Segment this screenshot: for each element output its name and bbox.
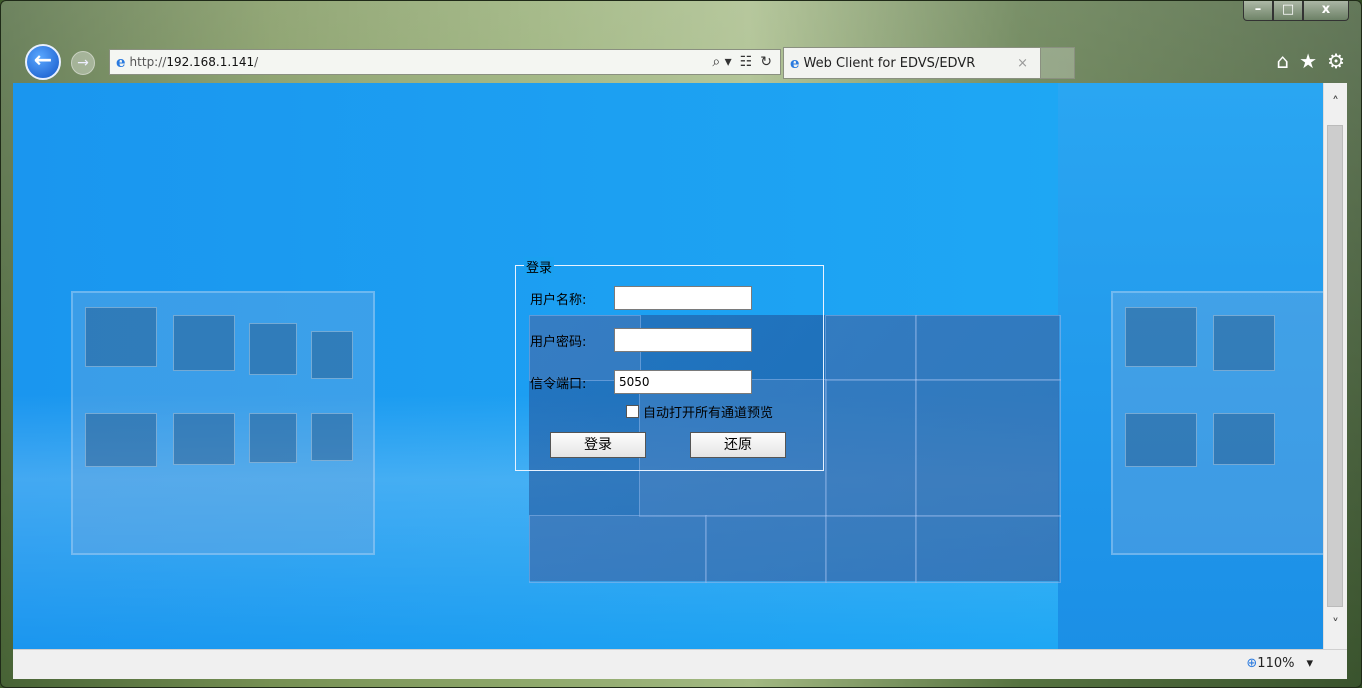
- command-icons: ⌂ ★ ⚙: [1276, 49, 1345, 73]
- collage-tile: [825, 515, 917, 583]
- address-tools: ⌕ ▾ ☷ ↻: [712, 54, 780, 70]
- refresh-icon[interactable]: ↻: [760, 54, 772, 70]
- login-button[interactable]: 登录: [550, 432, 646, 458]
- tab-close-icon[interactable]: ×: [1017, 56, 1028, 71]
- page-viewport: 登录 用户名称: 用户密码: 信令端口: 自动打开所有通道预览 登录 还原: [13, 83, 1323, 649]
- forward-arrow-icon: →: [77, 55, 89, 71]
- zoom-magnifier-icon: ⊕: [1246, 656, 1258, 671]
- collage-tile: [915, 315, 1061, 381]
- scroll-down-arrow-icon[interactable]: ˅: [1324, 617, 1347, 637]
- monitor-wall-illustration-right: [1111, 291, 1323, 555]
- monitor-screen: [1213, 413, 1275, 465]
- collage-tile: [915, 379, 1061, 517]
- reset-button[interactable]: 还原: [690, 432, 786, 458]
- zoom-level: 110%: [1257, 656, 1295, 671]
- port-row: 信令端口:: [530, 370, 752, 394]
- auto-open-label: 自动打开所有通道预览: [643, 406, 774, 421]
- browser-tab[interactable]: e Web Client for EDVS/EDVR ×: [783, 47, 1041, 79]
- collage-tile: [705, 515, 827, 583]
- monitor-screen: [173, 315, 235, 371]
- close-button[interactable]: x: [1303, 1, 1349, 21]
- login-legend: 登录: [524, 257, 555, 276]
- port-input[interactable]: [614, 370, 752, 394]
- monitor-screen: [1125, 413, 1197, 467]
- search-icon[interactable]: ⌕ ▾: [712, 54, 731, 70]
- auto-open-checkbox[interactable]: [626, 405, 639, 418]
- username-input[interactable]: [614, 286, 752, 310]
- monitor-screen: [85, 307, 157, 367]
- monitor-screen: [1213, 315, 1275, 371]
- collage-tile: [915, 515, 1061, 583]
- collage-tile: [825, 379, 917, 517]
- back-button[interactable]: ←: [25, 44, 61, 80]
- monitor-screen: [173, 413, 235, 465]
- back-arrow-icon: ←: [33, 48, 53, 73]
- tab-title: Web Client for EDVS/EDVR: [803, 55, 976, 71]
- password-row: 用户密码:: [530, 328, 752, 352]
- home-icon[interactable]: ⌂: [1276, 49, 1289, 73]
- username-label: 用户名称:: [530, 292, 587, 308]
- browser-window: – □ x ← → e http://192.168.1.141/ ⌕ ▾ ☷ …: [0, 0, 1362, 688]
- monitor-screen: [311, 331, 353, 379]
- url-scheme: http://: [129, 55, 167, 69]
- scroll-up-arrow-icon[interactable]: ˄: [1324, 95, 1347, 115]
- maximize-button[interactable]: □: [1273, 1, 1303, 21]
- gear-icon[interactable]: ⚙: [1327, 49, 1345, 73]
- login-fieldset: 登录 用户名称: 用户密码: 信令端口: 自动打开所有通道预览 登录 还原: [515, 257, 824, 471]
- auto-open-option[interactable]: 自动打开所有通道预览: [626, 402, 773, 421]
- address-url[interactable]: http://192.168.1.141/: [130, 55, 259, 69]
- vertical-scrollbar[interactable]: ˄ ˅: [1323, 83, 1347, 649]
- status-bar: ⊕110% ▾: [13, 649, 1347, 679]
- monitor-screen: [85, 413, 157, 467]
- monitor-screen: [249, 323, 297, 375]
- url-host: 192.168.1.141: [166, 55, 255, 69]
- url-path: /: [254, 55, 259, 69]
- zoom-control[interactable]: ⊕110% ▾: [1246, 656, 1313, 671]
- monitor-screen: [311, 413, 353, 461]
- collage-tile: [825, 315, 917, 381]
- forward-button[interactable]: →: [71, 51, 95, 75]
- tab-favicon-icon: e: [790, 54, 800, 72]
- password-input[interactable]: [614, 328, 752, 352]
- port-label: 信令端口:: [530, 376, 587, 392]
- monitor-screen: [1125, 307, 1197, 367]
- username-row: 用户名称:: [530, 286, 752, 310]
- internet-explorer-icon: e: [116, 53, 126, 71]
- scroll-thumb[interactable]: [1327, 125, 1343, 607]
- monitor-screen: [249, 413, 297, 463]
- zoom-dropdown-icon[interactable]: ▾: [1306, 656, 1313, 671]
- compatibility-view-icon[interactable]: ☷: [740, 54, 753, 70]
- favorites-star-icon[interactable]: ★: [1299, 49, 1317, 73]
- minimize-button[interactable]: –: [1243, 1, 1273, 21]
- password-label: 用户密码:: [530, 334, 587, 350]
- new-tab-button[interactable]: [1041, 47, 1075, 79]
- collage-tile: [529, 515, 707, 583]
- window-caption-buttons: – □ x: [1243, 1, 1349, 23]
- address-bar[interactable]: e http://192.168.1.141/ ⌕ ▾ ☷ ↻: [109, 49, 781, 75]
- monitor-wall-illustration: [71, 291, 375, 555]
